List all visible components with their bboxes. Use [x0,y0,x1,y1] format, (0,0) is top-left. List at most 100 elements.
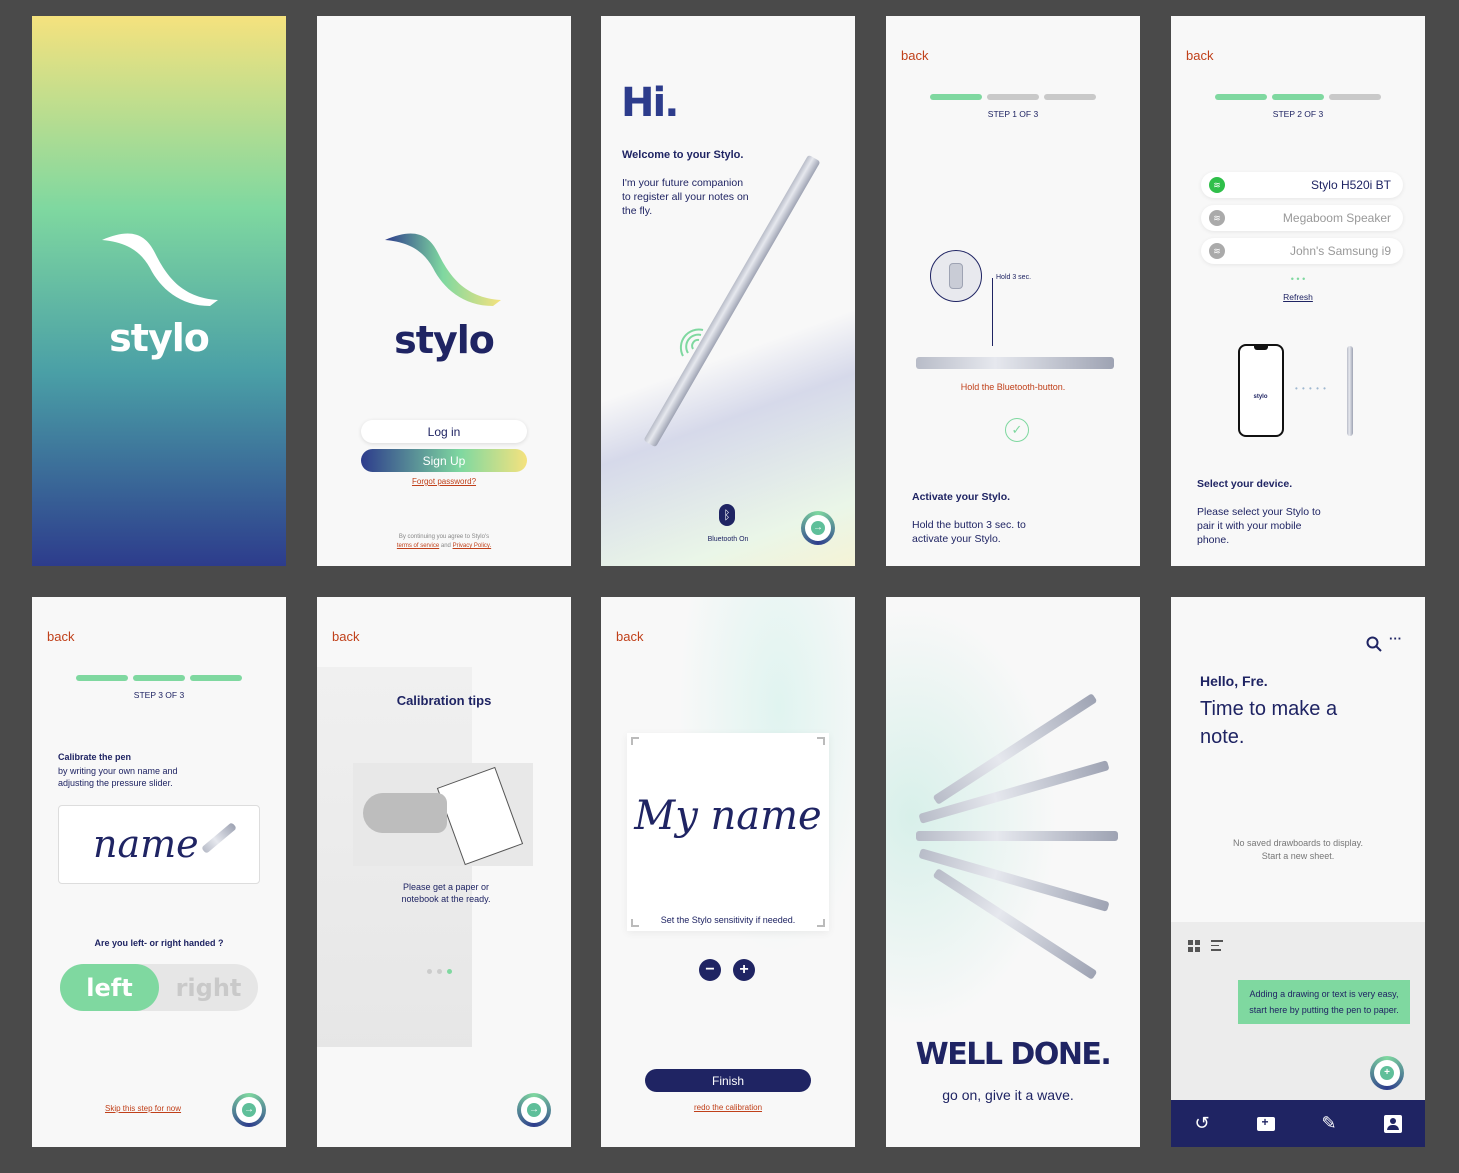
step-label: STEP 2 OF 3 [1272,109,1324,119]
empty-line: No saved drawboards to display. [1233,838,1363,848]
notebook-illustration [353,763,533,866]
list-view-icon[interactable] [1211,940,1223,951]
done-title: WELL DONE. [915,1037,1112,1072]
back-button[interactable]: back [332,629,359,644]
pen-image [201,822,237,854]
device-name: Stylo H520i BT [1310,178,1391,192]
back-button[interactable]: back [616,629,643,644]
empty-state: No saved drawboards to display. Start a … [1171,837,1425,863]
terms-line: By continuing you agree to Stylo's [398,534,490,540]
history-icon[interactable]: ↺ [1194,1113,1209,1134]
done-screen: WELL DONE. go on, give it a wave. [886,597,1140,1147]
profile-icon[interactable] [1383,1114,1402,1133]
stylo-logo-icon [385,233,501,306]
left-label: left [86,973,133,1002]
login-screen: stylo Log in Sign Up Forgot password? By… [317,16,571,566]
tips-title: Calibration tips [396,693,492,708]
greeting: Hello, Fre. [1200,673,1268,689]
tooltip: Adding a drawing or text is very easy, s… [1238,980,1410,1024]
left-option[interactable]: left [60,964,159,1011]
pairing-dots: • • • • • [1295,384,1327,393]
finish-label: Finish [711,1073,744,1088]
pen-instruction: Hold the Bluetooth-button. [960,382,1066,392]
stylo-logo-icon [102,233,218,306]
wifi-icon: ≋ [1209,210,1225,226]
step-label: STEP 1 OF 3 [987,109,1039,119]
arrow-right-icon: → [242,1103,256,1117]
next-button[interactable]: → [517,1093,551,1127]
signup-button[interactable]: Sign Up [361,449,527,472]
pen-icon[interactable]: ✎ [1321,1113,1336,1134]
device-item[interactable]: ≋ Megaboom Speaker [1201,205,1403,231]
terms-and: and [440,543,451,549]
step1-body: Hold the button 3 sec. to activate your … [912,519,1026,545]
calibrate-screen: back My name Set the Stylo sensitivity i… [601,597,855,1147]
signature-sample: name [93,822,199,866]
step1-heading: Activate your Stylo. [912,491,1011,503]
arrow-right-icon: → [527,1103,541,1117]
forgot-password-link[interactable]: Forgot password? [317,477,571,486]
logo-wordmark: stylo [109,316,210,360]
add-note-button[interactable]: + [1370,1056,1404,1090]
signal-icon [679,328,704,357]
welcome-screen: Hi. Welcome to your Stylo. I'm your futu… [601,16,855,566]
hold-line [992,278,993,346]
search-icon[interactable] [1366,636,1382,652]
welcome-body: I'm your future companion to register al… [622,177,749,217]
login-button[interactable]: Log in [361,420,527,443]
signature-card[interactable]: My name Set the Stylo sensitivity if nee… [627,733,829,931]
bluetooth-icon: ᛒ [719,504,735,526]
step3-body: by writing your own name and adjusting t… [58,766,178,788]
plus-icon: + [1380,1066,1394,1080]
device-name: Megaboom Speaker [1282,211,1391,225]
privacy-link[interactable]: Privacy Policy. [453,543,492,549]
loading-dots: • • • [1290,274,1306,284]
terms-link[interactable]: terms of service [397,543,439,549]
step2-screen: back STEP 2 OF 3 ≋ Stylo H520i BT ≋ Megabo… [1171,16,1425,566]
step2-heading: Select your device. [1197,478,1293,490]
empty-line: Start a new sheet. [1261,851,1335,861]
pen-image [916,831,1118,841]
splash-screen: stylo [32,16,286,566]
handedness-question: Are you left- or right handed ? [94,938,224,948]
back-button[interactable]: back [47,629,74,644]
welcome-heading: Welcome to your Stylo. [622,149,744,161]
arrow-right-icon: → [811,521,825,535]
step-progress [32,675,286,681]
next-button[interactable]: → [801,511,835,545]
sensitivity-hint: Set the Stylo sensitivity if needed. [660,915,796,925]
handedness-toggle[interactable]: left right [60,964,258,1011]
step1-screen: back STEP 1 OF 3 Hold 3 sec. Hold the Bl… [886,16,1140,566]
more-icon[interactable]: ··· [1389,631,1402,646]
signature-sample: My name [634,793,822,839]
back-button[interactable]: back [901,48,928,63]
back-button[interactable]: back [1186,48,1213,63]
right-option[interactable]: right [159,964,258,1011]
wifi-icon: ≋ [1209,243,1225,259]
signature-canvas[interactable]: name [58,805,260,884]
login-label: Log in [427,424,461,439]
step-progress [1171,94,1425,100]
home-headline: Time to make a note. [1200,698,1338,748]
pagination-dots [427,969,452,974]
minus-button[interactable]: − [699,959,721,981]
folder-add-icon[interactable]: + [1256,1115,1275,1131]
home-screen: ··· Hello, Fre. Time to make a note. No … [1171,597,1425,1147]
hi-title: Hi. [621,80,679,126]
terms-text: By continuing you agree to Stylo's terms… [317,533,571,551]
next-button[interactable]: → [232,1093,266,1127]
refresh-link[interactable]: Refresh [1171,292,1425,302]
pen-image [916,357,1114,369]
skip-link[interactable]: Skip this step for now [105,1104,181,1113]
signup-label: Sign Up [422,453,466,468]
plus-button[interactable]: + [733,959,755,981]
wifi-icon: ≋ [1209,177,1225,193]
tips-body: Please get a paper or notebook at the re… [401,882,491,904]
device-item[interactable]: ≋ Stylo H520i BT [1201,172,1403,198]
finish-button[interactable]: Finish [645,1069,811,1092]
right-label: right [175,973,242,1002]
step3-screen: back STEP 3 OF 3 Calibrate the pen by wr… [32,597,286,1147]
redo-link[interactable]: redo the calibration [601,1103,855,1112]
grid-view-icon[interactable] [1188,940,1200,952]
device-item[interactable]: ≋ John's Samsung i9 [1201,238,1403,264]
